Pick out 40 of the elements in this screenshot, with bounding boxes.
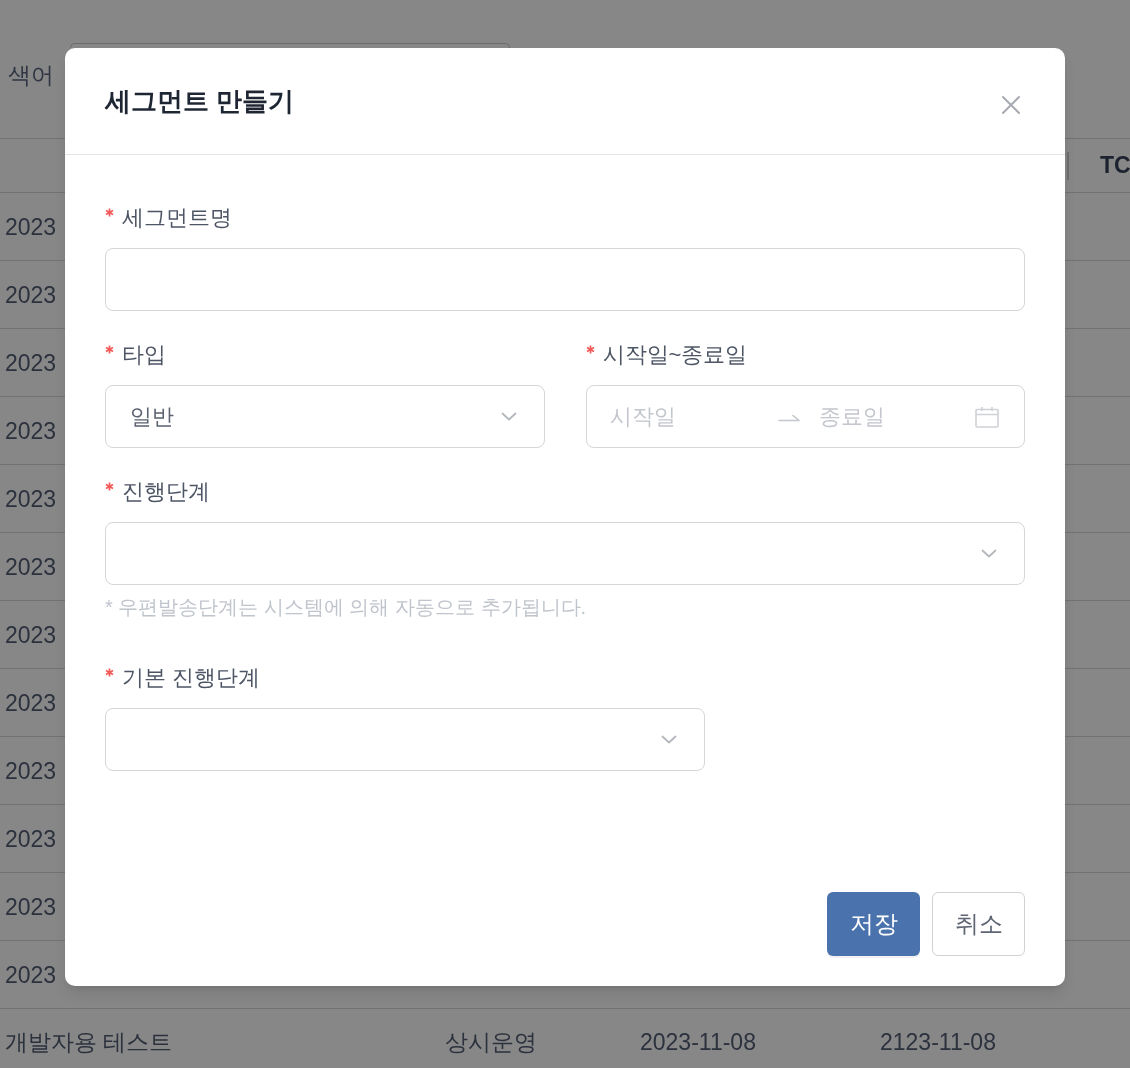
field-label: 시작일~종료일 (602, 341, 748, 369)
calendar-icon (975, 405, 999, 428)
select-field[interactable] (105, 708, 705, 771)
table-cell: 2023 (5, 961, 57, 988)
cancel-button[interactable]: 취소 (932, 892, 1025, 956)
table-cell: 2023 (5, 213, 57, 240)
field-label: 기본 진행단계 (122, 664, 261, 692)
close-icon (1001, 95, 1021, 115)
dialog-title: 세그먼트 만들기 (105, 84, 295, 118)
table-cell: 2023 (5, 417, 57, 444)
chevron-down-icon (500, 412, 517, 421)
table-cell: 2023 (5, 349, 57, 376)
field-label: 진행단계 (122, 478, 210, 506)
select-field[interactable] (105, 522, 1025, 585)
table-cell: 상시운영 (445, 1029, 537, 1055)
chevron-down-icon (981, 549, 997, 558)
table-cell: 2023-11-08 (640, 1029, 756, 1055)
table-cell: 2023 (5, 621, 57, 648)
chevron-down-icon (661, 735, 677, 744)
text-input[interactable] (105, 248, 1025, 311)
table-cell: 2023 (5, 689, 57, 716)
table-cell: 2123-11-08 (880, 1029, 996, 1055)
table-cell: 2023 (5, 281, 57, 308)
date-range-field[interactable]: 시작일 종료일 (585, 385, 1025, 448)
end-date-input[interactable]: 종료일 (818, 400, 959, 433)
table-cell: 2023 (5, 757, 57, 784)
start-date-input[interactable]: 시작일 (609, 400, 760, 433)
table-cell: 2023 (5, 485, 57, 512)
table-cell: 2023 (5, 553, 57, 580)
table-cell: 개발자용 테스트 (5, 1029, 173, 1055)
table-cell: 2023 (5, 825, 57, 852)
hint-text: * 우편발송단계는 시스템에 의해 자동으로 추가됩니다. (105, 595, 588, 620)
select-field[interactable]: 일반 (105, 385, 545, 448)
column-header: TC (1100, 151, 1130, 181)
close-button[interactable] (1001, 95, 1021, 115)
field-label: 세그먼트명 (122, 204, 232, 232)
search-label: 색어 (8, 62, 54, 88)
save-button[interactable]: 저장 (827, 892, 920, 956)
table-cell: 2023 (5, 893, 57, 920)
field-label: 타입 (122, 341, 166, 369)
